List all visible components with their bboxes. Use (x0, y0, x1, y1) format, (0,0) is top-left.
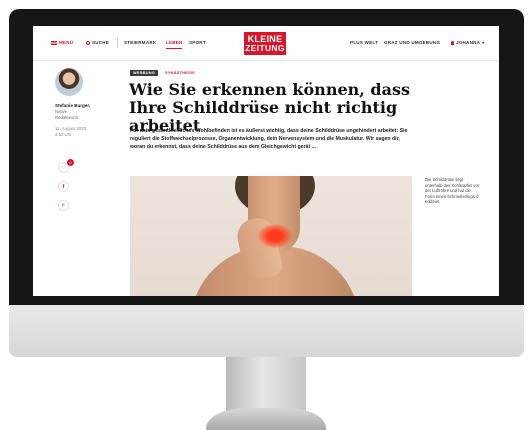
pinterest-icon: ᵖ (62, 202, 65, 209)
user-icon (451, 40, 454, 45)
hamburger-icon (51, 40, 57, 45)
author-avatar[interactable] (55, 68, 83, 96)
facebook-icon: f (62, 183, 65, 190)
nav-active-indicator (166, 48, 182, 49)
monitor-foot (206, 408, 326, 430)
nav-link-graz[interactable]: GRAZ UND UMGEBUNG (384, 40, 440, 45)
nav-link-steiermark[interactable]: STEIERMARK (124, 40, 156, 45)
menu-button[interactable]: MENÜ (51, 40, 73, 45)
pinterest-share-button[interactable]: ᵖ (58, 200, 69, 211)
monitor-chin (9, 305, 524, 357)
nav-link-plus-welt[interactable]: PLUS WELT (350, 40, 378, 45)
browser-screen: MENÜ SUCHE STEIERMARK LEBEN SPORT KLEINE… (33, 26, 499, 296)
comment-count-badge: 0 (67, 159, 74, 166)
user-name: JOHANNA (456, 40, 481, 45)
author-role: Native (55, 109, 68, 114)
menu-label: MENÜ (59, 40, 74, 45)
publish-time: 4:52 Uhr (55, 132, 72, 137)
publish-date: 12. August 2020, (55, 126, 88, 131)
user-menu[interactable]: JOHANNA ▾ (451, 40, 484, 45)
author-name[interactable]: Stefanie Burger, (55, 103, 90, 108)
image-thyroid-highlight (258, 224, 292, 248)
article-image[interactable] (130, 176, 412, 296)
facebook-share-button[interactable]: f (58, 181, 69, 192)
search-button[interactable]: SUCHE (86, 40, 109, 45)
site-logo[interactable]: KLEINE ZEITUNG (244, 32, 286, 55)
search-label: SUCHE (92, 40, 110, 45)
search-icon (86, 40, 90, 45)
nav-link-leben[interactable]: LEBEN (166, 40, 183, 45)
article-lead: Für dein gesundheitliches Wohlbefinden i… (130, 128, 408, 150)
monitor-stand (226, 357, 306, 411)
chevron-down-icon: ▾ (482, 40, 485, 45)
nav-divider (117, 38, 118, 47)
comment-icon: ◌ (61, 164, 66, 171)
author-department: Redakteurin (55, 115, 79, 120)
nav-link-sport[interactable]: SPORT (189, 40, 206, 45)
site-header: MENÜ SUCHE STEIERMARK LEBEN SPORT KLEINE… (33, 26, 499, 61)
logo-line2: ZEITUNG (245, 43, 285, 53)
tag-werbung: WERBUNG (130, 70, 159, 76)
image-caption: Die Schilddrüse liegt unterhalb des Kehl… (425, 177, 480, 205)
tag-sponsor[interactable]: SYNÄSTHESIE (165, 70, 195, 76)
